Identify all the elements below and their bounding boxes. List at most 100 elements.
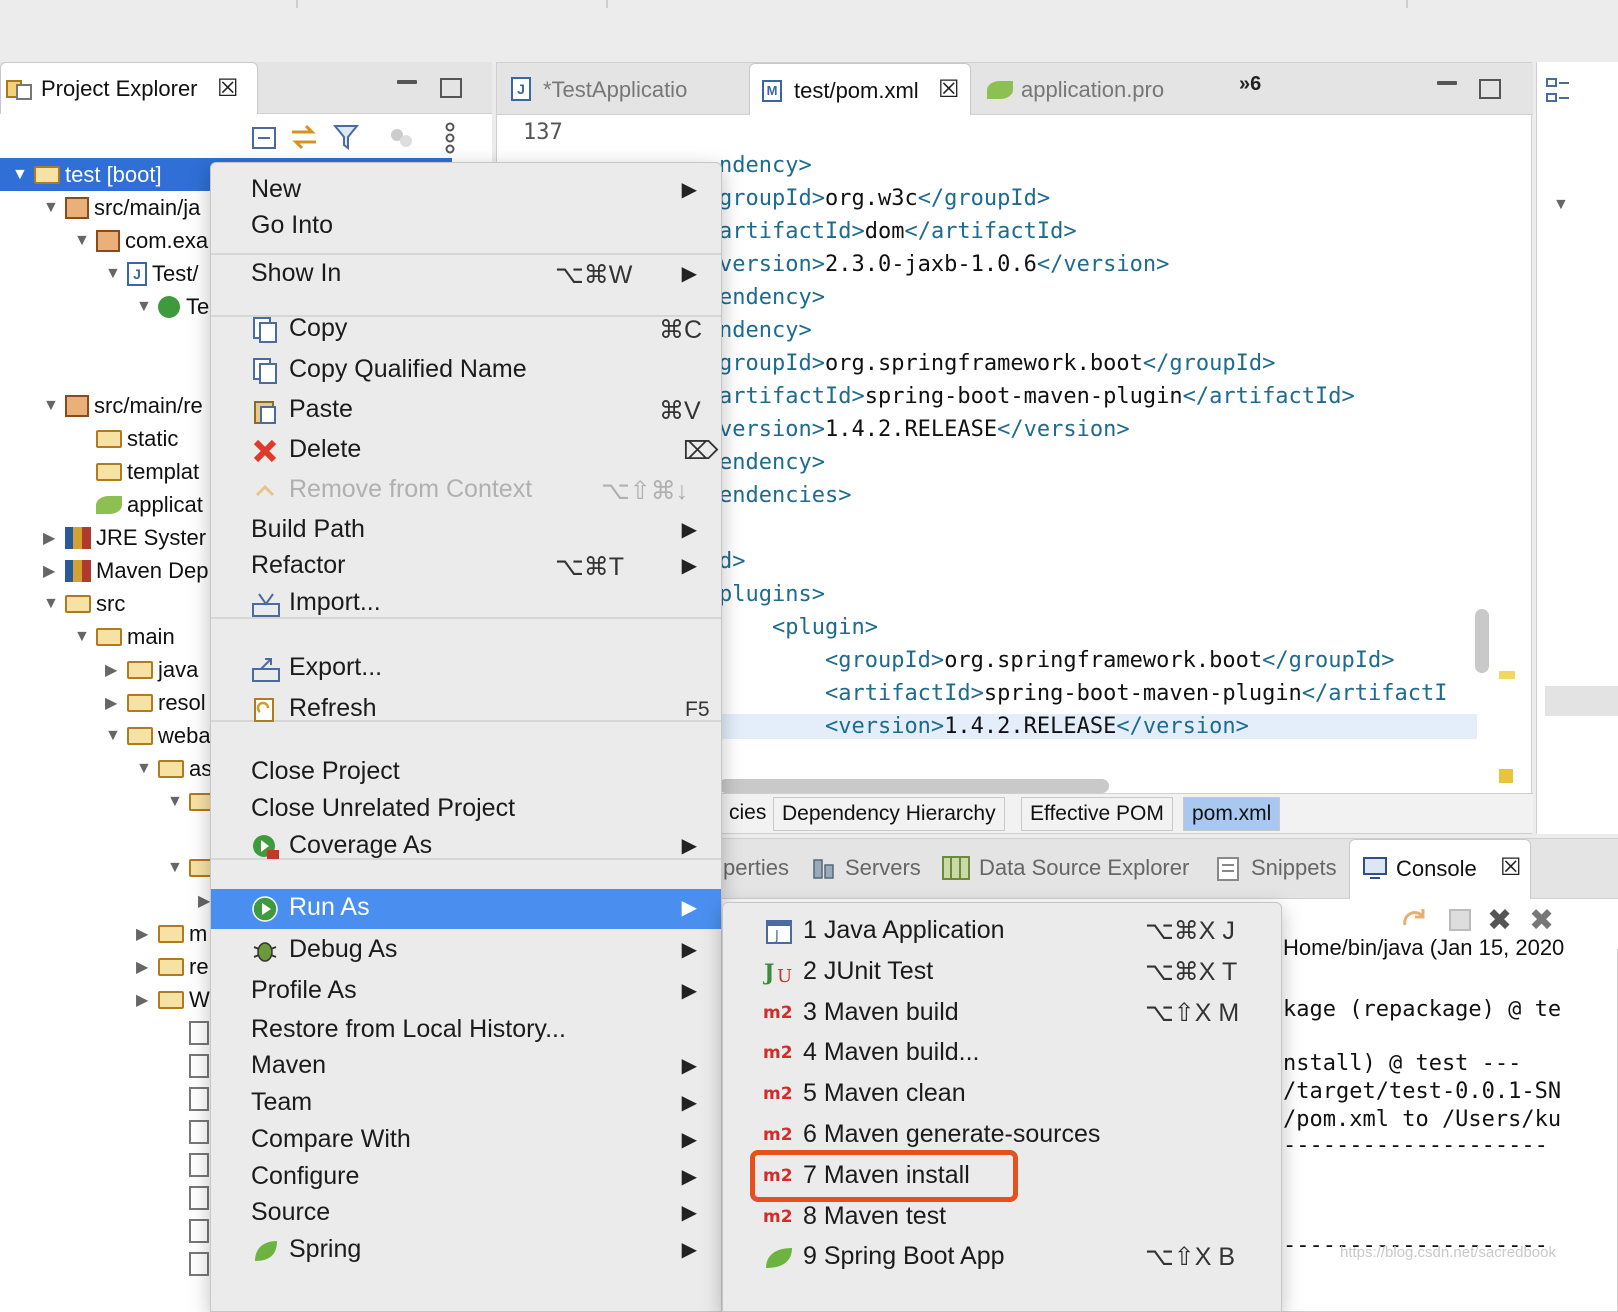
tree-item[interactable]: ▶ resol bbox=[105, 686, 206, 719]
expanded-triangle-icon[interactable]: ▼ bbox=[43, 199, 65, 217]
close-icon[interactable]: ☒ bbox=[1500, 856, 1522, 880]
tab-console[interactable]: Console ☒ bbox=[1349, 839, 1531, 899]
menu-item-delete[interactable]: Delete ⌦ bbox=[211, 431, 721, 469]
menu-item-close-unrelated-project[interactable]: Close Unrelated Project bbox=[211, 790, 721, 828]
collapsed-triangle-icon[interactable]: ▶ bbox=[43, 528, 65, 548]
run-as-item-5-maven-clean[interactable]: m2 5 Maven clean bbox=[723, 1074, 1281, 1114]
tree-item[interactable]: ▼ com.exa bbox=[74, 224, 208, 257]
tree-item[interactable]: ▼ src/main/re bbox=[43, 389, 203, 422]
expanded-triangle-icon[interactable]: ▼ bbox=[136, 298, 158, 316]
expanded-triangle-icon[interactable]: ▼ bbox=[74, 232, 96, 250]
tree-item[interactable]: templat bbox=[74, 455, 199, 488]
expanded-triangle-icon[interactable]: ▼ bbox=[43, 595, 65, 613]
remove-all-terminated-icon[interactable]: ✖ bbox=[1529, 903, 1554, 938]
menu-item-export[interactable]: Export... bbox=[211, 649, 721, 687]
terminate-icon[interactable] bbox=[1449, 909, 1471, 931]
tree-item[interactable]: ▶ W bbox=[136, 983, 210, 1016]
horizontal-scrollbar[interactable] bbox=[719, 779, 1109, 793]
link-with-editor-icon[interactable] bbox=[288, 122, 320, 157]
tree-item[interactable]: ▶ m bbox=[136, 917, 207, 950]
run-as-item-6-maven-generate-sources[interactable]: m2 6 Maven generate-sources bbox=[723, 1115, 1281, 1155]
tree-item[interactable]: ▶ Maven Dep bbox=[43, 554, 209, 587]
run-as-item-4-maven-build[interactable]: m2 4 Maven build... bbox=[723, 1033, 1281, 1073]
minimize-icon[interactable] bbox=[397, 80, 417, 84]
run-as-item-1-java-application[interactable]: J 1 Java Application ⌥⌘X J bbox=[723, 911, 1281, 951]
collapsed-triangle-icon[interactable]: ▶ bbox=[105, 693, 127, 713]
expanded-triangle-icon[interactable]: ▼ bbox=[105, 265, 127, 283]
outline-icon[interactable] bbox=[1545, 76, 1571, 111]
menu-item-new[interactable]: New ▶ bbox=[211, 171, 721, 209]
tab-project-explorer[interactable]: Project Explorer ☒ bbox=[0, 62, 258, 114]
menu-item-source[interactable]: Source ▶ bbox=[211, 1194, 721, 1232]
menu-item-debug-as[interactable]: Debug As ▶ bbox=[211, 931, 721, 969]
panel-scrollbar[interactable] bbox=[1545, 686, 1618, 716]
menu-item-copy[interactable]: Copy ⌘C bbox=[211, 310, 721, 348]
tree-item[interactable]: static bbox=[74, 422, 178, 455]
expanded-triangle-icon[interactable]: ▼ bbox=[43, 397, 65, 415]
tree-item[interactable]: ▼ as bbox=[136, 752, 212, 785]
expanded-triangle-icon[interactable]: ▼ bbox=[167, 793, 189, 811]
tab-snippets[interactable]: Snippets bbox=[1251, 855, 1337, 881]
menu-item-coverage-as[interactable]: Coverage As ▶ bbox=[211, 827, 721, 865]
menu-item-show-in[interactable]: Show In ⌥⌘W ▶ bbox=[211, 255, 721, 293]
tree-item[interactable]: ▼ src bbox=[43, 587, 125, 620]
menu-item-paste[interactable]: Paste ⌘V bbox=[211, 391, 721, 429]
focus-icon[interactable] bbox=[388, 126, 416, 157]
tree-item[interactable]: ▶ java bbox=[105, 653, 198, 686]
collapsed-triangle-icon[interactable]: ▶ bbox=[136, 990, 158, 1010]
vertical-scrollbar[interactable] bbox=[1475, 609, 1489, 673]
tree-item[interactable]: ▼ Te bbox=[136, 290, 209, 323]
collapsed-triangle-icon[interactable]: ▶ bbox=[136, 957, 158, 977]
menu-item-build-path[interactable]: Build Path ▶ bbox=[211, 511, 721, 549]
menu-item-maven[interactable]: Maven ▶ bbox=[211, 1047, 721, 1085]
tree-item[interactable]: ▼ weba bbox=[105, 719, 211, 752]
menu-item-refactor[interactable]: Refactor ⌥⌘T ▶ bbox=[211, 547, 721, 585]
tree-item[interactable]: ▶ re bbox=[136, 950, 209, 983]
filter-icon[interactable] bbox=[332, 122, 360, 157]
tab-effective-pom[interactable]: Effective POM bbox=[1021, 797, 1173, 831]
menu-item-team[interactable]: Team ▶ bbox=[211, 1084, 721, 1122]
collapsed-triangle-icon[interactable]: ▶ bbox=[105, 660, 127, 680]
close-icon[interactable]: ☒ bbox=[217, 77, 239, 101]
tab-dependencies[interactable]: cies bbox=[721, 797, 774, 831]
tree-item[interactable]: ▼ main bbox=[74, 620, 175, 653]
tree-item[interactable]: ▼ J Test/ bbox=[105, 257, 198, 290]
expanded-triangle-icon[interactable]: ▼ bbox=[105, 727, 127, 745]
tab-servers[interactable]: Servers bbox=[845, 855, 921, 881]
tab-pom-xml-source[interactable]: pom.xml bbox=[1183, 797, 1281, 831]
maximize-icon[interactable] bbox=[1479, 79, 1501, 99]
tab-dependency-hierarchy[interactable]: Dependency Hierarchy bbox=[773, 797, 1005, 831]
tab-overflow-indicator[interactable]: »6 bbox=[1239, 73, 1261, 96]
expanded-triangle-icon[interactable]: ▼ bbox=[167, 859, 189, 877]
run-as-item-9-spring-boot-app[interactable]: 9 Spring Boot App ⌥⇧X B bbox=[723, 1237, 1281, 1277]
menu-item-spring[interactable]: Spring ▶ bbox=[211, 1231, 721, 1269]
expanded-triangle-icon[interactable]: ▼ bbox=[136, 760, 158, 778]
minimize-icon[interactable] bbox=[1437, 81, 1457, 85]
menu-item-go-into[interactable]: Go Into bbox=[211, 207, 721, 245]
maximize-icon[interactable] bbox=[440, 78, 462, 98]
menu-item-import[interactable]: Import... bbox=[211, 584, 721, 622]
menu-item-copy-qualified-name[interactable]: Copy Qualified Name bbox=[211, 351, 721, 389]
menu-item-close-project[interactable]: Close Project bbox=[211, 753, 721, 791]
expand-triangle-icon[interactable]: ▼ bbox=[1553, 196, 1569, 214]
tree-item[interactable]: ▶ JRE Syster bbox=[43, 521, 206, 554]
remove-launch-icon[interactable]: ✖ bbox=[1487, 903, 1512, 938]
view-menu-icon[interactable] bbox=[444, 122, 456, 161]
menu-item-restore-from-local-history[interactable]: Restore from Local History... bbox=[211, 1011, 721, 1049]
tab-application-properties[interactable]: application.pro bbox=[977, 63, 1207, 115]
tree-item[interactable] bbox=[12, 818, 34, 851]
expanded-triangle-icon[interactable]: ▼ bbox=[74, 628, 96, 646]
menu-item-refresh[interactable]: Refresh F5 bbox=[211, 690, 721, 728]
menu-item-run-as[interactable]: Run As ▶ bbox=[211, 889, 721, 929]
tab-properties[interactable]: perties bbox=[723, 855, 789, 881]
collapsed-triangle-icon[interactable]: ▶ bbox=[43, 561, 65, 581]
menu-item-configure[interactable]: Configure ▶ bbox=[211, 1158, 721, 1196]
run-as-item-8-maven-test[interactable]: m2 8 Maven test bbox=[723, 1197, 1281, 1237]
run-as-item-2-junit-test[interactable]: JU2 JUnit Test ⌥⌘X T bbox=[723, 952, 1281, 992]
collapse-all-icon[interactable] bbox=[250, 124, 278, 157]
tree-item[interactable]: ▼ src/main/ja bbox=[43, 191, 200, 224]
tab-testapplication[interactable]: J *TestApplicatio bbox=[497, 63, 747, 115]
close-icon[interactable]: ☒ bbox=[938, 78, 960, 102]
tree-item[interactable]: applicat bbox=[74, 488, 203, 521]
collapsed-triangle-icon[interactable]: ▶ bbox=[136, 924, 158, 944]
